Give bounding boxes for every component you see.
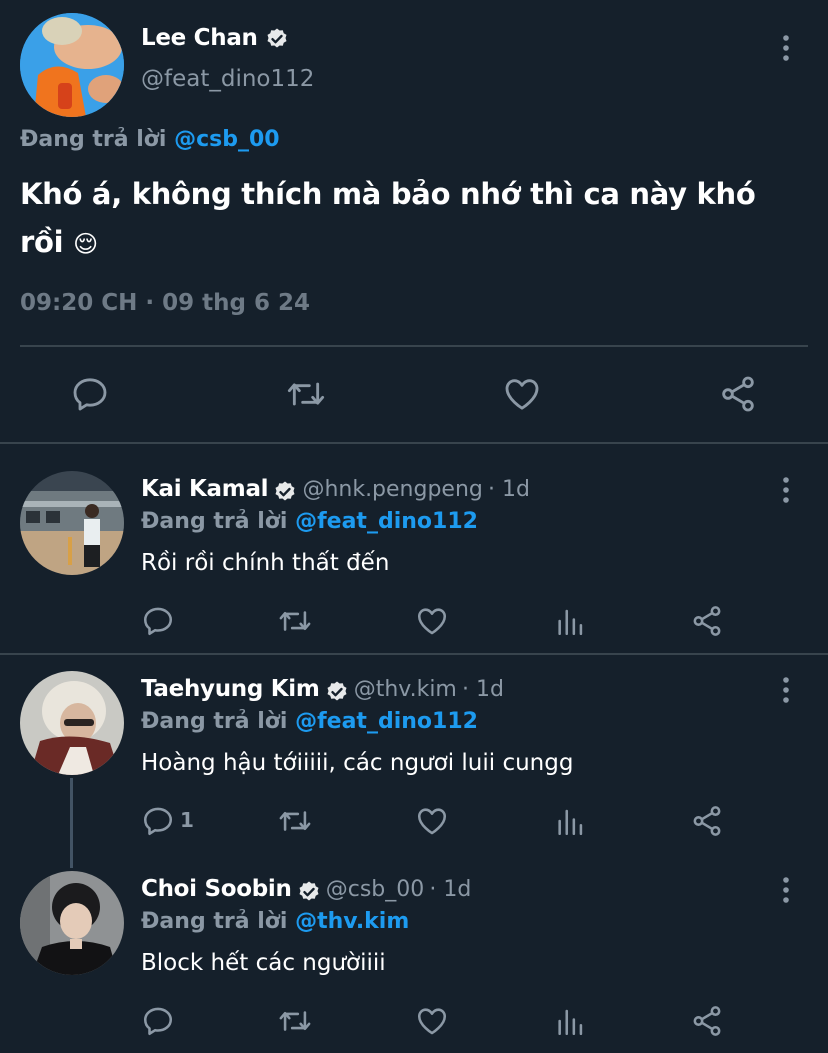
retweet-icon[interactable] [277,804,313,838]
reply-text: Hoàng hậu tớiiiii, các ngươi luii cungg [141,750,574,776]
user-handle[interactable]: @hnk.pengpeng [302,477,482,502]
section-divider [0,442,828,444]
verified-badge-icon [265,27,289,51]
tweet-text-line2: rồi [20,225,64,259]
share-icon[interactable] [690,604,724,638]
retweet-icon[interactable] [277,604,313,638]
display-name[interactable]: Lee Chan [141,25,258,51]
timestamp-divider [20,345,808,347]
analytics-icon[interactable] [554,1004,588,1038]
replying-prefix: Đang trả lời [20,127,167,152]
heart-icon[interactable] [415,604,449,638]
share-icon[interactable] [690,804,724,838]
replying-to-link[interactable]: @feat_dino112 [295,709,478,734]
replying-prefix: Đang trả lời [141,909,288,934]
verified-badge-icon [297,880,321,904]
reply-time[interactable]: · 1d [488,477,530,502]
reply-time[interactable]: · 1d [462,677,504,702]
analytics-icon[interactable] [554,604,588,638]
replying-to-link[interactable]: @thv.kim [295,909,409,934]
display-name[interactable]: Taehyung Kim [141,676,320,702]
reply-time[interactable]: · 1d [429,877,471,902]
reply-text: Rồi rồi chính thất đến [141,550,390,576]
display-name[interactable]: Kai Kamal [141,476,269,502]
reply-icon[interactable] [70,374,110,414]
reply-icon[interactable] [141,1004,175,1038]
display-name[interactable]: Choi Soobin [141,876,292,902]
retweet-icon[interactable] [285,374,327,414]
more-icon[interactable] [776,676,796,708]
reply-icon[interactable] [141,604,175,638]
user-handle[interactable]: @feat_dino112 [141,66,314,92]
replying-to: Đang trả lời @thv.kim [141,909,409,934]
verified-badge-icon [273,480,297,504]
more-icon[interactable] [776,476,796,508]
share-icon[interactable] [718,374,758,414]
replying-prefix: Đang trả lời [141,709,288,734]
tweet-timestamp[interactable]: 09:20 CH · 09 thg 6 24 [20,290,310,316]
relieved-emoji: 😌 [73,230,98,258]
tweet-text-line1: Khó á, không thích mà bảo nhớ thì ca này… [20,177,756,211]
heart-icon[interactable] [415,804,449,838]
analytics-icon[interactable] [554,804,588,838]
tweet-text: Khó á, không thích mà bảo nhớ thì ca này… [20,170,810,268]
replying-to: Đang trả lời @feat_dino112 [141,509,478,534]
share-icon[interactable] [690,1004,724,1038]
more-icon[interactable] [776,876,796,908]
replying-to-link[interactable]: @csb_00 [174,127,280,152]
reply-count: 1 [180,808,194,832]
avatar[interactable] [20,671,124,775]
thread-line [70,778,73,868]
replying-to-link[interactable]: @feat_dino112 [295,509,478,534]
avatar[interactable] [20,13,124,117]
verified-badge-icon [325,680,349,704]
replying-to: Đang trả lời @feat_dino112 [141,709,478,734]
user-handle[interactable]: @thv.kim [354,677,457,702]
more-icon[interactable] [776,34,796,66]
section-divider [0,653,828,655]
user-handle[interactable]: @csb_00 [326,877,425,902]
replying-to: Đang trả lời @csb_00 [20,127,280,152]
heart-icon[interactable] [502,374,542,414]
retweet-icon[interactable] [277,1004,313,1038]
reply-icon[interactable] [141,804,175,838]
avatar[interactable] [20,471,124,575]
reply-text: Block hết các ngườiiii [141,950,386,976]
replying-prefix: Đang trả lời [141,509,288,534]
avatar[interactable] [20,871,124,975]
heart-icon[interactable] [415,1004,449,1038]
